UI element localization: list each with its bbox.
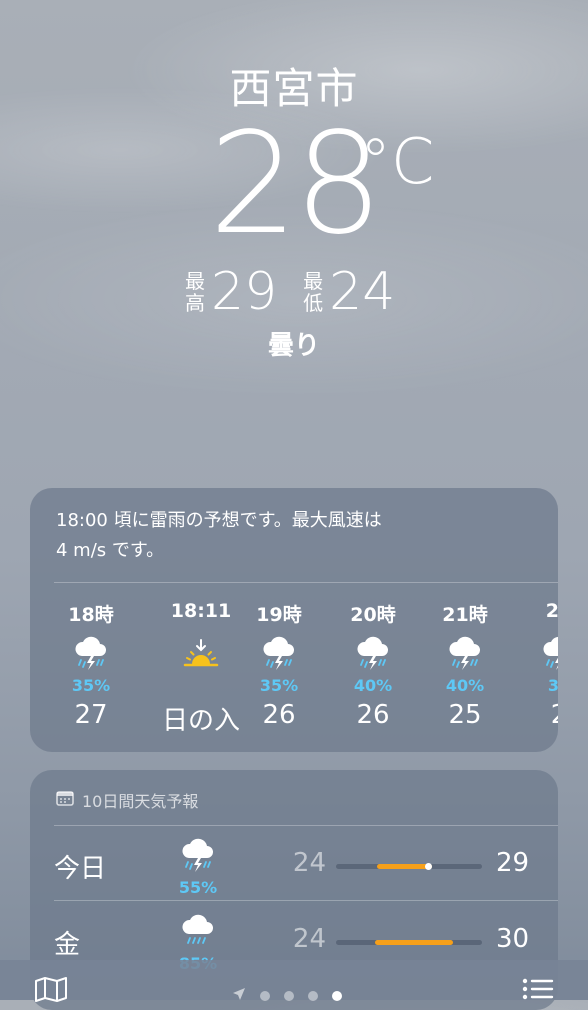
bottom-toolbar — [0, 960, 588, 1002]
temperature-unit: °C — [360, 125, 435, 198]
thunderstorm-icon — [56, 634, 126, 674]
calendar-icon — [56, 790, 74, 810]
page-dot-active — [332, 990, 342, 1001]
day-name: 金 — [54, 930, 81, 960]
high-low: 最 高 29 最 低 24 — [185, 262, 421, 322]
temperature-range-bar — [336, 863, 482, 870]
page-dot — [284, 990, 294, 1001]
precip-chance: 55% — [178, 878, 218, 897]
forecast-summary: 18:00 頃に雷雨の予想です。最大風速は 4 m/s です。 — [56, 510, 382, 561]
low-temperature: 24 — [329, 262, 396, 322]
high-label: 最 高 — [185, 269, 205, 315]
location-arrow-icon — [232, 986, 246, 1005]
map-icon[interactable] — [34, 976, 68, 1006]
list-icon[interactable] — [522, 978, 554, 1004]
divider — [54, 825, 558, 826]
current-temperature: 28 °C — [0, 115, 588, 255]
page-dot — [308, 990, 318, 1001]
temperature-range-bar — [336, 940, 482, 945]
low-temperature: 24 — [292, 848, 326, 878]
hour-item: 19時 35% 26 — [244, 600, 314, 730]
divider — [54, 900, 558, 901]
high-temperature: 29 — [496, 848, 530, 878]
hourly-forecast-card[interactable]: 18:00 頃に雷雨の予想です。最大風速は 4 m/s です。 18時 35% … — [30, 488, 558, 752]
thunderstorm-icon — [338, 634, 408, 674]
page-indicator[interactable] — [232, 986, 342, 1005]
sunset-icon — [156, 634, 246, 674]
rain-icon — [178, 912, 218, 952]
ten-day-title: 10日間天気予報 — [82, 792, 199, 811]
hour-item: 21時 40% 25 — [430, 600, 500, 730]
divider — [54, 582, 558, 583]
day-name: 今日 — [54, 854, 107, 884]
high-temperature: 29 — [211, 262, 278, 322]
thunderstorm-icon — [244, 634, 314, 674]
temperature-range-fill — [375, 940, 453, 945]
hour-item: 18時 35% 27 — [56, 600, 126, 730]
temperature-value: 28 — [208, 103, 383, 266]
condition: 曇り — [267, 331, 320, 361]
hour-item-sunset: 18:11 日の入 — [156, 600, 246, 737]
thunderstorm-icon — [524, 634, 558, 674]
day-row[interactable]: 今日 55% 24 29 — [30, 828, 558, 900]
thunderstorm-icon — [178, 836, 218, 876]
low-label: 最 低 — [303, 269, 324, 315]
hour-item: 22 35 2 — [524, 600, 558, 730]
high-temperature: 30 — [496, 924, 530, 954]
current-temp-dot — [424, 863, 432, 870]
thunderstorm-icon — [430, 634, 500, 674]
ten-day-header: 10日間天気予報 — [56, 788, 198, 812]
low-temperature: 24 — [292, 924, 326, 954]
hour-item: 20時 40% 26 — [338, 600, 408, 730]
page-dot — [260, 990, 270, 1001]
